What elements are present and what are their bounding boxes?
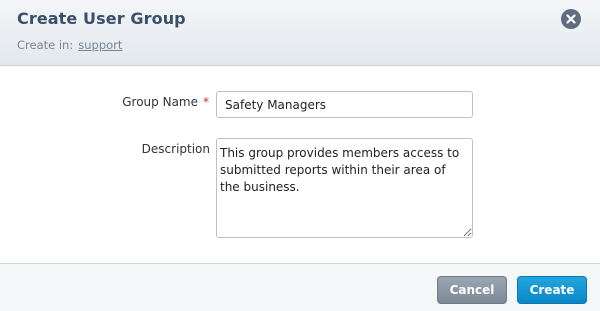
required-marker: * bbox=[203, 95, 209, 109]
dialog-header: Create User Group Create in: support bbox=[0, 0, 600, 66]
cancel-button[interactable]: Cancel bbox=[437, 276, 507, 304]
group-name-label: Group Name bbox=[122, 95, 198, 109]
dialog-footer: Cancel Create bbox=[0, 263, 600, 311]
create-in-label: Create in: bbox=[17, 38, 74, 52]
create-button[interactable]: Create bbox=[517, 276, 587, 304]
create-in-link[interactable]: support bbox=[78, 38, 122, 52]
group-name-input[interactable] bbox=[216, 91, 473, 118]
create-in-row: Create in: support bbox=[17, 38, 122, 52]
close-icon bbox=[566, 14, 576, 24]
dialog-title: Create User Group bbox=[17, 9, 186, 28]
form-body: Group Name * Description This group prov… bbox=[0, 67, 600, 263]
description-label: Description bbox=[141, 142, 210, 156]
description-textarea[interactable]: This group provides members access to su… bbox=[216, 138, 473, 238]
close-button[interactable] bbox=[561, 9, 581, 29]
